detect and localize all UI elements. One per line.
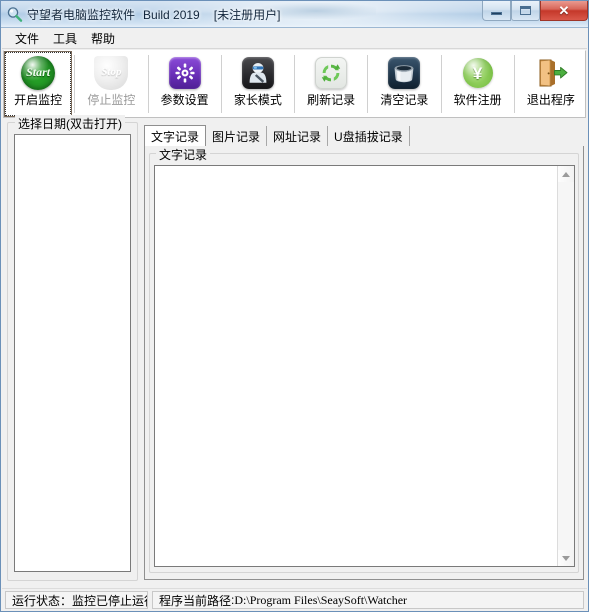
refresh-green-icon <box>313 55 349 91</box>
status-program-path: 程序当前路径: D:\Program Files\SeaySoft\Watcher <box>152 591 584 609</box>
exit-door-icon <box>533 55 569 91</box>
status-path-label: 程序当前路径 <box>159 593 232 608</box>
toolbar-label-clear-records: 清空记录 <box>380 93 429 107</box>
toolbar-button-register[interactable]: ¥ 软件注册 <box>443 51 512 117</box>
registration-text: [未注册用户] <box>213 8 281 22</box>
menu-bar: 文件 工具 帮助 <box>2 28 587 49</box>
date-selection-group: 选择日期(双击打开) <box>7 115 138 581</box>
toolbar-label-refresh-records: 刷新记录 <box>307 93 356 107</box>
toolbar-label-start-monitor: 开启监控 <box>14 93 63 107</box>
tab-label-image-records: 图片记录 <box>212 129 261 144</box>
magnifier-icon <box>6 6 23 23</box>
toolbar-separator <box>147 55 149 113</box>
date-selection-title: 选择日期(双击打开) <box>15 115 125 132</box>
toolbar-button-stop-monitor[interactable]: Stop 停止监控 <box>77 51 146 117</box>
toolbar-button-parent-mode[interactable]: 家长模式 <box>223 51 293 117</box>
chevron-up-icon <box>562 171 570 177</box>
application-window: 守望者电脑监控软件 Build 2019 [未注册用户] ✕ 文件 工具 帮助 St… <box>0 0 589 612</box>
toolbar-button-exit[interactable]: 退出程序 <box>516 51 586 117</box>
date-list-box[interactable] <box>14 134 131 572</box>
maximize-icon <box>520 6 531 15</box>
app-title-text: 守望者电脑监控软件 <box>27 8 136 22</box>
status-bar: 运行状态：监控已停止运行 程序当前路径: D:\Program Files\Sea… <box>2 588 587 611</box>
tab-label-url-records: 网址记录 <box>273 129 322 144</box>
toolbar-label-register: 软件注册 <box>453 93 502 107</box>
text-records-group-title: 文字记录 <box>156 146 211 163</box>
toolbar-separator <box>513 55 515 113</box>
toolbar-button-start-monitor[interactable]: Start 开启监控 <box>4 51 73 117</box>
toolbar-separator <box>74 55 76 113</box>
toolbar-separator <box>294 55 295 113</box>
parent-robot-icon <box>240 55 276 91</box>
start-icon-text: Start <box>26 65 51 79</box>
minimize-icon <box>491 11 502 15</box>
toolbar-button-refresh-records[interactable]: 刷新记录 <box>297 51 366 117</box>
window-title: 守望者电脑监控软件 Build 2019 [未注册用户] <box>27 6 280 23</box>
toolbar-separator <box>367 55 369 113</box>
toolbar-label-parent-mode: 家长模式 <box>233 93 282 107</box>
chevron-down-icon <box>562 555 570 561</box>
stop-icon-text: Stop <box>101 66 122 78</box>
menu-item-tools[interactable]: 工具 <box>46 28 84 49</box>
maximize-button[interactable] <box>511 1 540 21</box>
toolbar-label-stop-monitor: 停止监控 <box>87 93 136 107</box>
tab-label-text-records: 文字记录 <box>151 129 200 144</box>
text-records-content[interactable] <box>155 166 557 566</box>
tab-text-records[interactable]: 文字记录 <box>144 125 207 147</box>
tab-label-usb-records: U盘插拔记录 <box>334 129 403 144</box>
text-records-view[interactable] <box>154 165 575 567</box>
status-path-value: D:\Program Files\SeaySoft\Watcher <box>234 592 408 607</box>
yen-coin-icon: ¥ <box>460 55 496 91</box>
title-bar: 守望者电脑监控软件 Build 2019 [未注册用户] ✕ <box>1 1 588 28</box>
trash-can-icon <box>386 55 422 91</box>
records-tab-control: 文字记录 图片记录 网址记录 U盘插拔记录 文字记录 <box>144 125 584 580</box>
menu-item-file[interactable]: 文件 <box>8 28 46 49</box>
close-icon: ✕ <box>558 3 570 18</box>
yen-symbol: ¥ <box>472 63 483 83</box>
menu-item-help[interactable]: 帮助 <box>84 28 122 49</box>
scroll-down-button[interactable] <box>558 550 574 566</box>
text-records-scrollbar[interactable] <box>557 166 574 566</box>
scrollbar-track[interactable] <box>558 182 574 550</box>
tab-url-records[interactable]: 网址记录 <box>267 126 329 146</box>
tab-image-records[interactable]: 图片记录 <box>206 126 268 146</box>
tab-strip-filler <box>410 126 584 146</box>
toolbar-label-exit: 退出程序 <box>526 93 575 107</box>
toolbar-separator <box>220 55 222 113</box>
tab-usb-records[interactable]: U盘插拔记录 <box>328 126 410 146</box>
build-text: Build 2019 <box>143 8 200 22</box>
toolbar-button-clear-records[interactable]: 清空记录 <box>370 51 439 117</box>
close-button[interactable]: ✕ <box>540 1 588 21</box>
tab-headers: 文字记录 图片记录 网址记录 U盘插拔记录 <box>144 125 584 147</box>
toolbar-separator <box>440 55 442 113</box>
scroll-up-button[interactable] <box>558 166 574 182</box>
text-records-group: 文字记录 <box>149 146 579 573</box>
status-run-state: 运行状态：监控已停止运行 <box>5 591 148 609</box>
stop-gray-sphere-icon: Stop <box>93 55 129 91</box>
start-green-sphere-icon: Start <box>20 55 56 91</box>
toolbar-label-settings: 参数设置 <box>160 93 209 107</box>
window-controls: ✕ <box>482 1 588 23</box>
minimize-button[interactable] <box>482 1 511 21</box>
tab-page-text-records: 文字记录 <box>144 146 584 580</box>
gear-purple-icon <box>167 55 203 91</box>
toolbar-button-settings[interactable]: 参数设置 <box>150 51 219 117</box>
toolbar: Start 开启监控 Stop 停止监控 参数设置 家长模式 刷新记录 清空记录… <box>3 50 586 118</box>
